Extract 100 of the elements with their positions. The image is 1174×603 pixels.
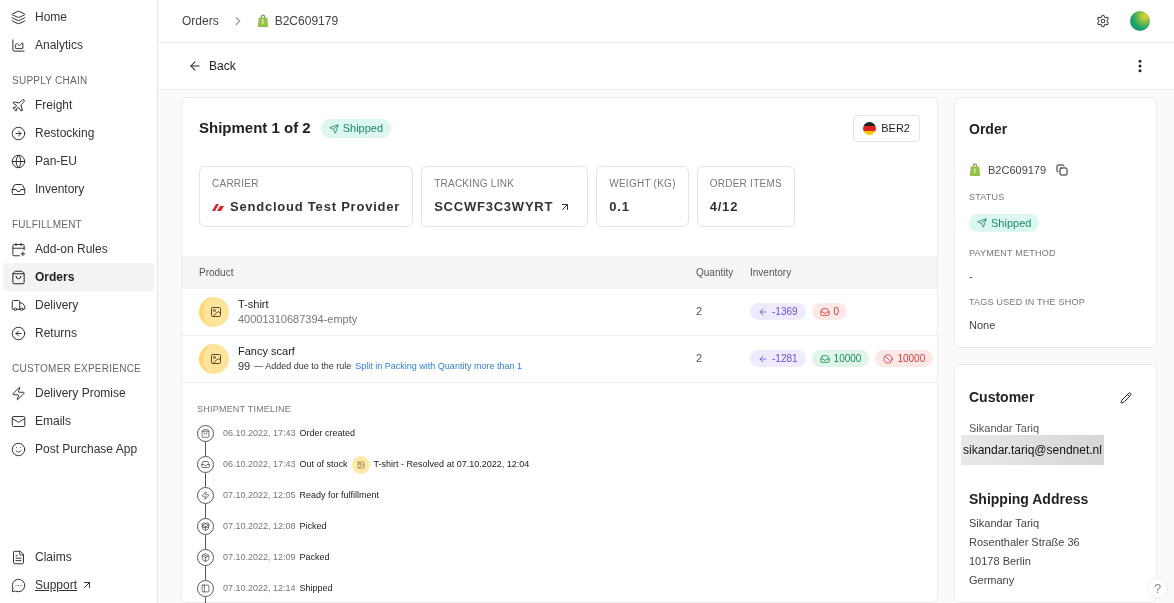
nav-item[interactable]: Emails <box>3 407 154 435</box>
product-name: Fancy scarf <box>238 343 296 359</box>
section-heading: FULFILLMENT <box>11 217 83 232</box>
arrow-circle-icon <box>11 325 26 341</box>
section-heading: SUPPLY CHAIN <box>11 73 89 88</box>
field-label: STATUS <box>969 190 1006 204</box>
rule-note: — Added due to the rule <box>254 359 352 373</box>
avatar[interactable] <box>1130 11 1150 31</box>
tile-label: ORDER ITEMS <box>709 177 782 191</box>
event-title: Shipped <box>299 581 333 595</box>
address-line: Rosenthaler Straße 36 <box>969 536 1081 548</box>
chart-icon <box>11 37 26 53</box>
mail-icon <box>11 413 26 429</box>
section-heading: SHIPMENT TIMELINE <box>197 402 292 416</box>
carrier-logo-icon <box>212 202 224 211</box>
event-detail: T-shirt - Resolved at 07.10.2022, 12:04 <box>373 457 530 471</box>
email-tooltip: sikandar.tariq@sendnet.nl <box>961 435 1104 465</box>
section-heading: CUSTOMER EXPERIENCE <box>11 361 143 376</box>
edit-icon[interactable] <box>1120 391 1132 404</box>
warehouse-chip: BER2 <box>853 115 920 142</box>
address-line: Germany <box>969 574 1016 586</box>
nav-item[interactable]: Delivery Promise <box>3 379 154 407</box>
breadcrumb-link[interactable]: Orders <box>182 12 219 30</box>
calendar-icon <box>11 241 26 257</box>
field-value: - <box>969 268 974 284</box>
package-icon <box>201 553 210 562</box>
nav-item[interactable]: Returns <box>3 319 154 347</box>
smile-icon <box>11 441 26 457</box>
product-thumbnail <box>199 343 229 374</box>
tile-value: Sendcloud Test Provider <box>230 198 401 216</box>
inventory-badge: 0 <box>811 303 848 320</box>
card-title: Order <box>969 120 1009 139</box>
field-label: TAGS USED IN THE SHOP <box>969 296 1086 309</box>
tile-label: WEIGHT (KG) <box>609 177 676 191</box>
column-header: Quantity <box>696 265 735 280</box>
germany-flag-icon <box>863 122 877 135</box>
inventory-badge: 10000 <box>811 350 870 367</box>
status-badge: Shipped <box>320 119 392 138</box>
product-thumbnail <box>199 296 229 327</box>
event-title: Out of stock <box>299 457 348 471</box>
nav-item[interactable]: Add-on Rules <box>3 235 154 263</box>
settings-icon[interactable] <box>1096 14 1110 28</box>
column-header: Product <box>199 265 235 280</box>
back-button[interactable]: Back <box>188 57 236 75</box>
event-title: Ready for fulfillment <box>299 488 380 502</box>
breadcrumb-current: B2C609179 <box>274 13 339 30</box>
card-title: Customer <box>969 388 1035 407</box>
event-time: 06.10.2022, 17:43 <box>223 457 296 471</box>
tile-value: 4/12 <box>709 198 739 216</box>
tracking-link[interactable]: SCCWF3C3WYRT <box>434 197 576 217</box>
product-name: T-shirt <box>238 296 270 312</box>
globe-icon <box>11 153 26 169</box>
event-title: Packed <box>299 550 330 564</box>
nav-item[interactable]: Home <box>3 3 154 31</box>
bag-icon <box>201 429 210 438</box>
bag-icon <box>11 269 26 285</box>
nav-item[interactable]: Restocking <box>3 119 154 147</box>
nav-item[interactable]: Analytics <box>3 31 154 59</box>
arrow-circle-icon <box>11 125 26 141</box>
support-link[interactable]: Support <box>35 576 94 594</box>
quantity-cell-text: 2 <box>696 304 704 320</box>
event-time: 06.10.2022, 17:43 <box>223 426 296 440</box>
inbox-icon <box>11 181 26 197</box>
lightning-icon <box>11 385 26 401</box>
nav-item[interactable]: Pan-EU <box>3 147 154 175</box>
event-time: 07.10.2022, 12:09 <box>223 550 296 564</box>
lightning-icon <box>201 491 210 500</box>
field-value: None <box>969 317 997 333</box>
nav-item[interactable]: Orders <box>3 263 154 291</box>
nav-item[interactable]: Inventory <box>3 175 154 203</box>
chat-icon <box>11 577 26 593</box>
product-sku: 40001310687394-empty <box>238 311 358 327</box>
rule-link[interactable]: Split in Packing with Quantity more than 1 <box>355 358 522 374</box>
tile-value: 0.1 <box>609 198 630 216</box>
inbox-icon <box>201 460 210 469</box>
inventory-badge: -1369 <box>750 303 806 320</box>
panel-icon <box>201 584 210 593</box>
nav-item[interactable]: Freight <box>3 91 154 119</box>
card-title: Shipment 1 of 2 <box>199 118 311 139</box>
event-time: 07.10.2022, 12:05 <box>223 488 296 502</box>
inventory-badge: -1281 <box>750 350 806 367</box>
product-thumbnail <box>351 455 370 474</box>
inventory-badge: 10000 <box>875 350 934 367</box>
product-sku: 99 <box>238 358 251 374</box>
tile-label: TRACKING LINK <box>434 177 516 191</box>
plane-icon <box>11 97 26 113</box>
copy-icon[interactable] <box>1056 164 1069 177</box>
quantity-cell-text: 2 <box>696 351 704 367</box>
event-time: 07.10.2022, 12:14 <box>223 581 296 595</box>
nav-item[interactable]: Delivery <box>3 291 154 319</box>
nav-item[interactable]: Post Purchase App <box>3 435 154 463</box>
card-title: Shipping Address <box>969 490 1090 509</box>
arrow-left-icon <box>188 59 202 73</box>
shopping-bag-logo-icon <box>256 14 269 28</box>
shopping-bag-logo-icon <box>969 163 981 178</box>
column-header: Inventory <box>750 265 793 280</box>
document-icon <box>11 549 26 565</box>
nav-item[interactable]: Claims <box>35 548 72 566</box>
order-number: B2C609179 <box>988 163 1047 178</box>
address-line: 10178 Berlin <box>969 555 1032 567</box>
